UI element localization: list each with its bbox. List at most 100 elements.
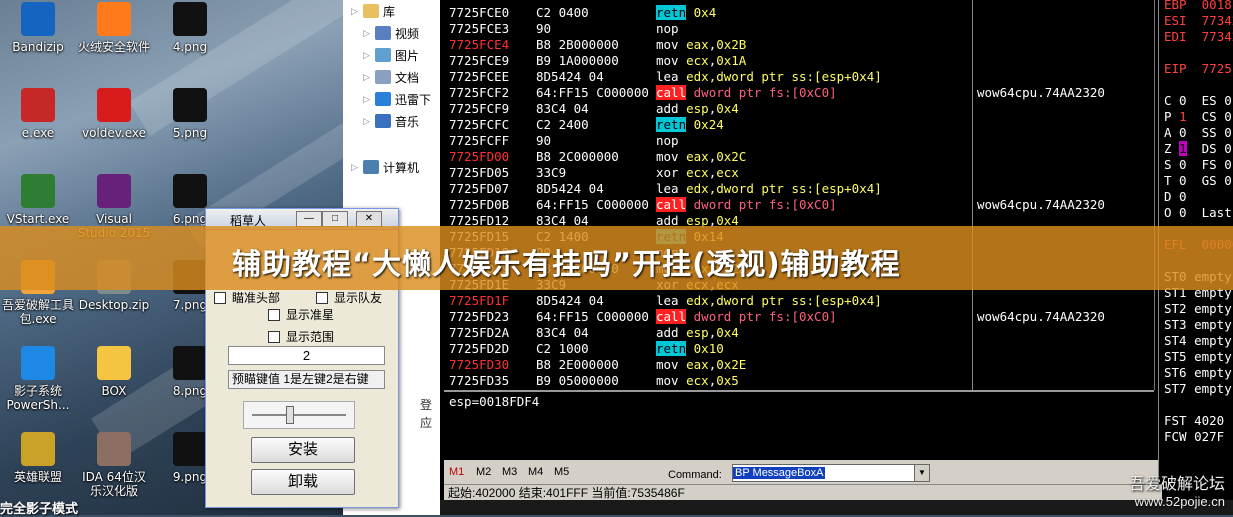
memory-tab-m1[interactable]: M1 — [449, 466, 464, 478]
register-row[interactable]: T 0 GS 0 — [1164, 173, 1232, 189]
uninstall-button[interactable]: 卸载 — [251, 469, 355, 495]
expand-arrow-icon[interactable]: ▷ — [363, 116, 375, 127]
checkbox-box[interactable] — [268, 308, 280, 321]
disasm-row[interactable]: 7725FD35 B9 05000000 mov ecx,0x5 — [444, 373, 1154, 389]
register-row[interactable]: FST 4020 — [1164, 413, 1224, 429]
explorer-item[interactable]: ▷ 文档 — [355, 66, 419, 88]
desktop-icon[interactable]: e.exe — [0, 88, 76, 140]
checkbox-label: 显示队友 — [334, 291, 383, 305]
disasm-row[interactable]: 7725FD30 B8 2E000000 mov eax,0x2E — [444, 357, 1154, 373]
desktop-icon[interactable]: VStart.exe — [0, 174, 76, 226]
register-row[interactable]: A 0 SS 0 — [1164, 125, 1232, 141]
register-row[interactable]: ST7 empty — [1164, 381, 1232, 397]
disasm-operand: ,dword ptr ss:[esp+0x4] — [708, 293, 882, 308]
register-row[interactable]: ST4 empty — [1164, 333, 1232, 349]
disasm-row[interactable]: 7725FD2D C2 1000 retn 0x10 — [444, 341, 1154, 357]
explorer-item[interactable]: ▷ 视频 — [355, 22, 419, 44]
disasm-row[interactable]: 7725FD07 8D5424 04 lea edx,dword ptr ss:[e… — [444, 181, 1154, 197]
disasm-row[interactable]: 7725FCF9 83C4 04 add esp,0x4 — [444, 101, 1154, 117]
register-row[interactable]: ESI 77342 — [1164, 13, 1233, 29]
disasm-row[interactable]: 7725FD2A 83C4 04 add esp,0x4 — [444, 325, 1154, 341]
disasm-operand: dword ptr fs:[0xC0] — [693, 197, 837, 212]
checkbox-show-teammates[interactable]: 显示队友 — [316, 289, 382, 306]
register-row[interactable]: EDI 77342 — [1164, 29, 1233, 45]
register-row[interactable]: ST2 empty — [1164, 301, 1232, 317]
close-button[interactable]: ✕ — [356, 211, 382, 227]
value-field[interactable]: 2 — [228, 346, 385, 365]
disasm-row[interactable]: 7725FD00 B8 2C000000 mov eax,0x2C — [444, 149, 1154, 165]
memory-tab-m2[interactable]: M2 — [476, 466, 491, 478]
desktop-icon[interactable]: 影子系统 PowerSh... — [0, 346, 76, 412]
info-pane[interactable]: esp=0018FDF4 — [444, 390, 1154, 462]
disassembly-pane[interactable]: 7725FCE0 C2 0400 retn 0x4 7725FCE3 90 nop 7725… — [444, 0, 1155, 404]
disasm-row[interactable]: 7725FCFF 90 nop — [444, 133, 1154, 149]
register-row[interactable]: ST3 empty — [1164, 317, 1232, 333]
checkbox-box[interactable] — [316, 291, 328, 304]
disasm-row[interactable]: 7725FD23 64:FF15 C000000 call dword ptr fs… — [444, 309, 1154, 325]
explorer-item-label: 迅雷下 — [395, 92, 432, 107]
checkbox-show-range[interactable]: 显示范围 — [268, 328, 334, 345]
register-row[interactable]: P 1 CS 0 — [1164, 109, 1232, 125]
desktop-icon[interactable]: BOX — [76, 346, 152, 398]
desktop-icon[interactable]: Bandizip — [0, 2, 76, 54]
register-text: FST 4020 — [1164, 413, 1225, 428]
disasm-row[interactable]: 7725FCE4 B8 2B000000 mov eax,0x2B — [444, 37, 1154, 53]
desktop-icon-label: 影子系统 PowerSh... — [6, 384, 70, 412]
expand-arrow-icon[interactable]: ▷ — [351, 162, 363, 173]
checkbox-box[interactable] — [214, 291, 226, 304]
disasm-row[interactable]: 7725FCEE 8D5424 04 lea edx,dword ptr ss:[e… — [444, 69, 1154, 85]
explorer-item[interactable]: ▷ 计算机 — [343, 156, 419, 178]
disasm-mnemonic: call — [656, 309, 687, 324]
expand-arrow-icon[interactable]: ▷ — [363, 94, 375, 105]
disasm-row[interactable]: 7725FCFC C2 2400 retn 0x24 — [444, 117, 1154, 133]
hint-field[interactable]: 预瞄键值 1是左键2是右键 — [228, 370, 385, 389]
desktop-icon[interactable]: 火绒安全软件 — [76, 2, 152, 54]
disasm-row[interactable]: 7725FCE0 C2 0400 retn 0x4 — [444, 5, 1154, 21]
explorer-item[interactable]: ▷ 迅雷下 — [355, 88, 431, 110]
desktop-icon[interactable]: IDA 64位汉 乐汉化版 — [76, 432, 152, 498]
disasm-row[interactable]: 7725FD1F 8D5424 04 lea edx,dword ptr ss:[e… — [444, 293, 1154, 309]
register-row[interactable]: ST5 empty — [1164, 349, 1232, 365]
command-input[interactable]: BP MessageBoxA ▼ — [732, 464, 930, 482]
expand-arrow-icon[interactable]: ▷ — [363, 50, 375, 61]
register-row[interactable]: O 0 Last — [1164, 205, 1232, 221]
expand-arrow-icon[interactable]: ▷ — [363, 28, 375, 39]
disasm-row[interactable]: 7725FCE9 B9 1A000000 mov ecx,0x1A — [444, 53, 1154, 69]
minimize-button[interactable]: — — [296, 211, 322, 227]
video-icon — [375, 26, 391, 40]
disasm-row[interactable]: 7725FD0B 64:FF15 C000000 call dword ptr fs… — [444, 197, 1154, 213]
expand-arrow-icon[interactable]: ▷ — [351, 6, 363, 17]
checkbox-aim-head[interactable]: 瞄准头部 — [214, 289, 280, 306]
disasm-row[interactable]: 7725FCF2 64:FF15 C000000 call dword ptr fs… — [444, 85, 1154, 101]
checkbox-show-crosshair[interactable]: 显示准星 — [268, 306, 334, 323]
register-row[interactable]: EIP 7725F — [1164, 61, 1233, 77]
register-row[interactable]: D 0 — [1164, 189, 1187, 205]
desktop-icon-label: BOX — [101, 384, 127, 398]
register-row[interactable]: FCW 027F — [1164, 429, 1224, 445]
memory-tab-m3[interactable]: M3 — [502, 466, 517, 478]
install-button[interactable]: 安装 — [251, 437, 355, 463]
desktop-icon[interactable]: 英雄联盟 — [0, 432, 76, 484]
checkbox-box[interactable] — [268, 330, 280, 343]
maximize-button[interactable]: □ — [322, 211, 348, 227]
explorer-item[interactable]: ▷ 音乐 — [355, 110, 419, 132]
chevron-down-icon[interactable]: ▼ — [914, 465, 929, 481]
register-row[interactable]: Z 1 DS 0 — [1164, 141, 1232, 157]
expand-arrow-icon[interactable]: ▷ — [363, 72, 375, 83]
memory-tab-m4[interactable]: M4 — [528, 466, 543, 478]
memory-tab-m5[interactable]: M5 — [554, 466, 569, 478]
disasm-instruction: nop — [656, 21, 679, 37]
disasm-row[interactable]: 7725FCE3 90 nop — [444, 21, 1154, 37]
register-row[interactable]: C 0 ES 0 — [1164, 93, 1232, 109]
register-row[interactable]: S 0 FS 0 — [1164, 157, 1232, 173]
explorer-item[interactable]: ▷ 图片 — [355, 44, 419, 66]
disasm-row[interactable]: 7725FD05 33C9 xor ecx,ecx — [444, 165, 1154, 181]
slider[interactable] — [243, 401, 355, 429]
slider-thumb[interactable] — [286, 406, 294, 424]
register-row[interactable]: ST6 empty — [1164, 365, 1232, 381]
desktop-icon[interactable]: voldev.exe — [76, 88, 152, 140]
desktop-icon[interactable]: 5.png — [152, 88, 228, 140]
register-row[interactable]: EBP 0018F — [1164, 0, 1233, 13]
explorer-item[interactable]: ▷ 库 — [343, 0, 395, 22]
desktop-icon[interactable]: 4.png — [152, 2, 228, 54]
